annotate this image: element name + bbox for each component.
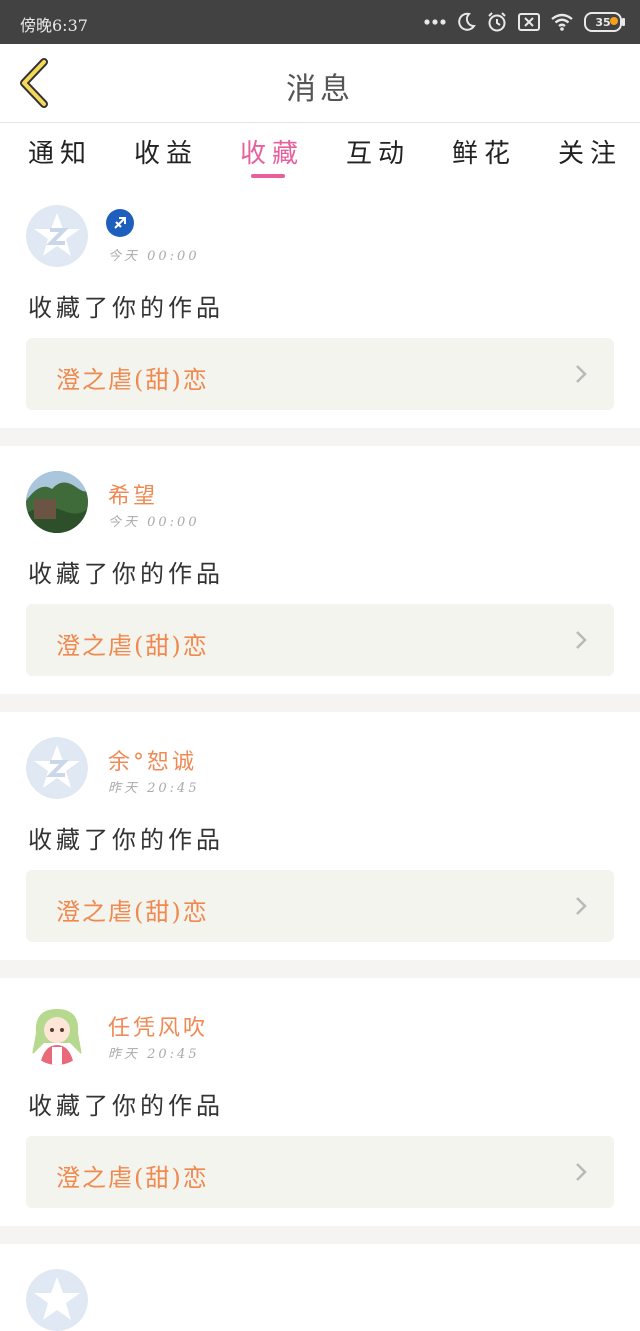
- default-qq-avatar-icon: [26, 1269, 88, 1331]
- avatar[interactable]: [26, 471, 88, 533]
- work-link[interactable]: 澄之虐(甜)恋: [26, 1136, 614, 1208]
- moon-icon: [456, 12, 476, 32]
- message-action: 收藏了你的作品: [28, 294, 224, 322]
- chevron-right-icon: [576, 1163, 587, 1181]
- message-action: 收藏了你的作品: [28, 1092, 224, 1120]
- anime-girl-avatar-icon: [26, 1003, 88, 1065]
- battery-icon: 35: [584, 12, 625, 32]
- avatar[interactable]: [26, 205, 88, 267]
- divider: [0, 960, 640, 978]
- message-action: 收藏了你的作品: [28, 826, 224, 854]
- chevron-right-icon: [576, 631, 587, 649]
- message-username[interactable]: 任凭风吹: [108, 1010, 208, 1042]
- battery-level: 35: [595, 15, 611, 29]
- landscape-photo-avatar-icon: [26, 471, 88, 533]
- status-icons: 35: [424, 8, 625, 36]
- tab-follows[interactable]: 关注: [558, 133, 622, 170]
- work-title: 澄之虐(甜)恋: [56, 898, 209, 926]
- divider: [0, 1226, 640, 1244]
- alarm-icon: [486, 11, 508, 33]
- message-time: 今天 00:00: [108, 249, 200, 264]
- header-bar: 消息: [0, 44, 640, 123]
- status-bar: 傍晚6:37 35: [0, 0, 640, 44]
- message-action: 收藏了你的作品: [28, 560, 224, 588]
- page-title: 消息: [286, 72, 354, 107]
- message-time: 昨天 20:45: [108, 1047, 200, 1062]
- tab-interactions[interactable]: 互动: [346, 133, 410, 170]
- message-username[interactable]: 余°恕诚: [108, 744, 197, 776]
- tab-favorites[interactable]: 收藏: [240, 133, 304, 170]
- divider: [0, 428, 640, 446]
- tab-bar: 通知 收益 收藏 互动 鲜花 关注: [0, 123, 640, 183]
- work-link[interactable]: 澄之虐(甜)恋: [26, 338, 614, 410]
- no-sim-icon: [518, 13, 540, 31]
- message-time: 今天 00:00: [108, 515, 200, 530]
- more-dots-icon: [424, 18, 446, 26]
- work-title: 澄之虐(甜)恋: [56, 632, 209, 660]
- work-link[interactable]: 澄之虐(甜)恋: [26, 870, 614, 942]
- default-qq-avatar-icon: [26, 737, 88, 799]
- default-qq-avatar-icon: [26, 205, 88, 267]
- sagittarius-icon: [106, 209, 134, 237]
- chevron-right-icon: [576, 897, 587, 915]
- avatar[interactable]: [26, 1269, 88, 1331]
- active-tab-indicator: [251, 174, 285, 178]
- tab-notifications[interactable]: 通知: [28, 133, 92, 170]
- chevron-right-icon: [576, 365, 587, 383]
- divider: [0, 694, 640, 712]
- avatar[interactable]: [26, 737, 88, 799]
- message-username[interactable]: 希望: [108, 478, 158, 510]
- work-title: 澄之虐(甜)恋: [56, 1164, 209, 1192]
- work-title: 澄之虐(甜)恋: [56, 366, 209, 394]
- avatar[interactable]: [26, 1003, 88, 1065]
- status-time: 傍晚6:37: [20, 16, 88, 35]
- tab-earnings[interactable]: 收益: [134, 133, 198, 170]
- wifi-icon: [550, 13, 574, 31]
- message-time: 昨天 20:45: [108, 781, 200, 796]
- tab-flowers[interactable]: 鲜花: [452, 133, 516, 170]
- work-link[interactable]: 澄之虐(甜)恋: [26, 604, 614, 676]
